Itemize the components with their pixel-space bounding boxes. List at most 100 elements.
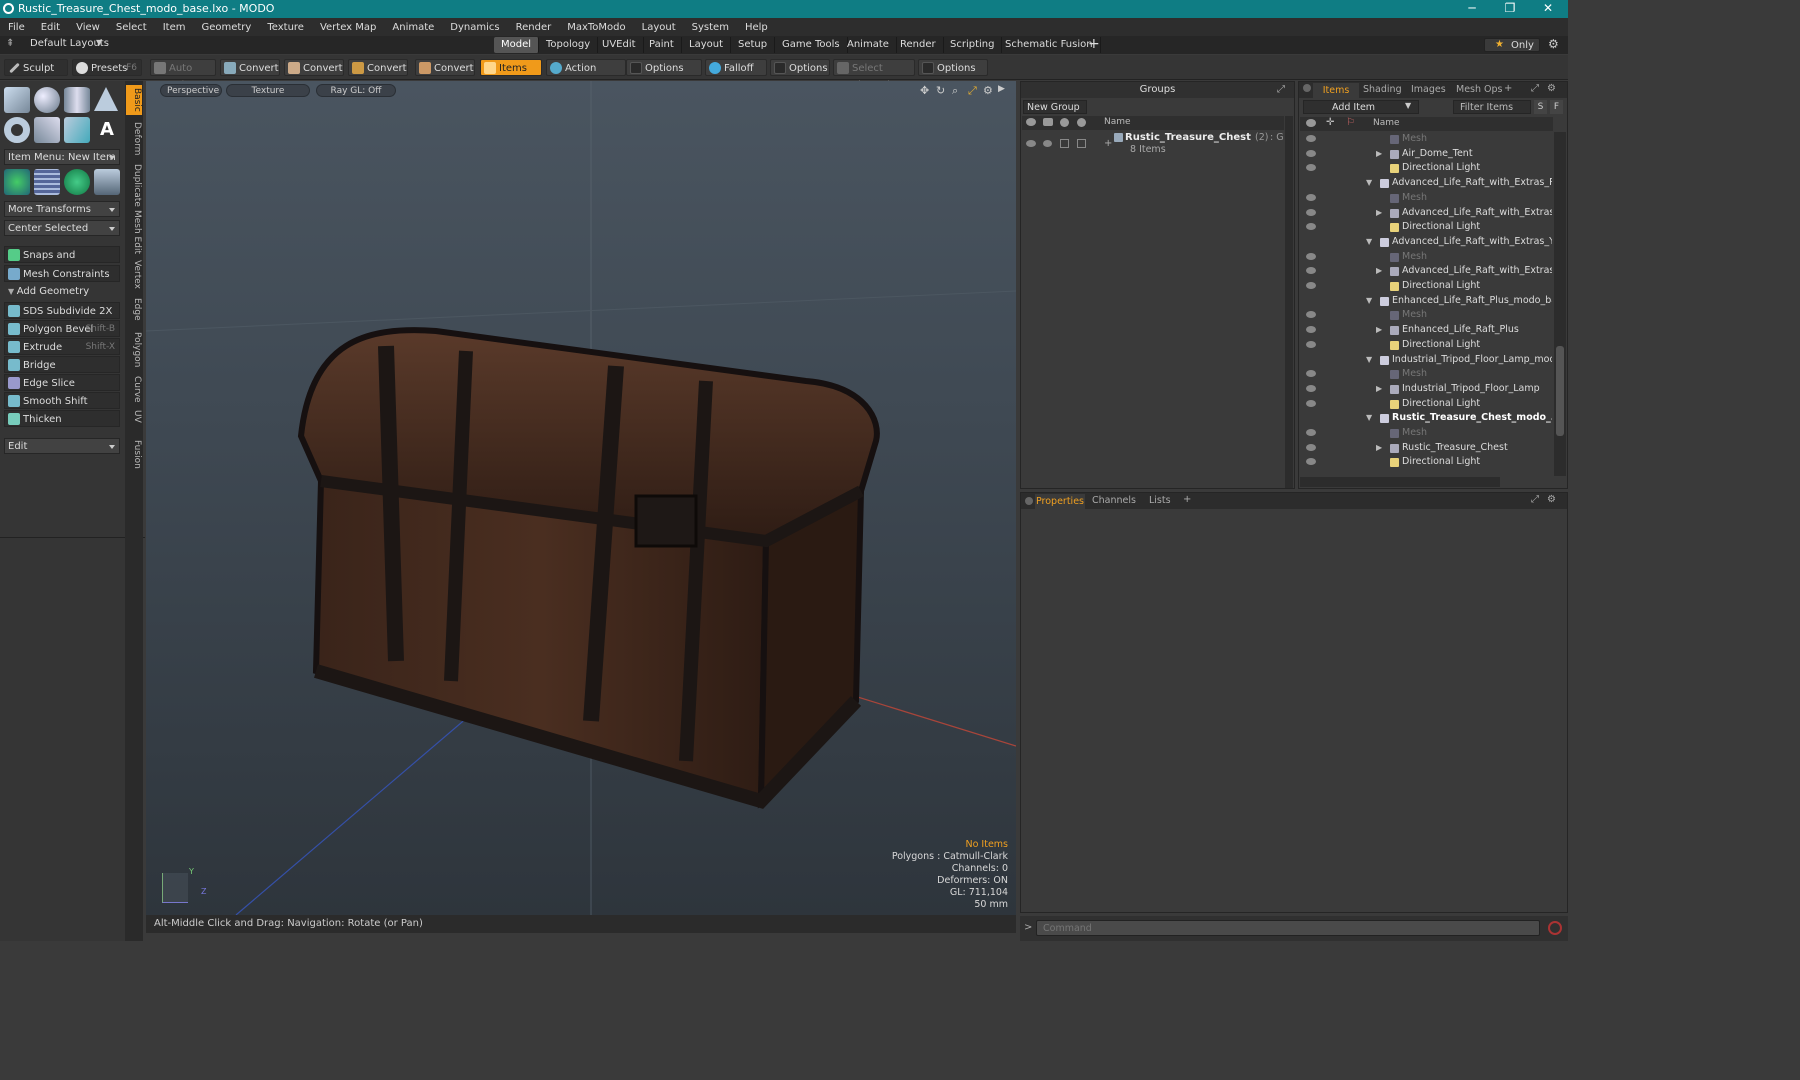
tree-item-mesh[interactable]: Mesh: [1300, 250, 1552, 265]
close-button[interactable]: ✕: [1528, 0, 1568, 18]
tree-item-light[interactable]: Directional Light: [1300, 220, 1552, 235]
tab-scripting[interactable]: Scripting: [943, 37, 1003, 53]
sphere-primitive-icon[interactable]: [34, 87, 60, 113]
tree-item-mesh[interactable]: Mesh: [1300, 426, 1552, 441]
menu-vertex-map[interactable]: Vertex Map: [320, 22, 376, 33]
perspective-dropdown[interactable]: Perspective: [160, 84, 222, 97]
lock-checkbox[interactable]: [1060, 139, 1069, 148]
maximize-panel-icon[interactable]: ⤢: [1277, 84, 1285, 95]
cylinder-primitive-icon[interactable]: [64, 87, 90, 113]
cube-primitive-icon[interactable]: [4, 87, 30, 113]
eye-icon[interactable]: [1306, 164, 1316, 172]
edit-dropdown[interactable]: Edit: [4, 438, 120, 454]
group-row[interactable]: + Rustic_Treasure_Chest (2) : Group 8 It…: [1022, 132, 1284, 160]
menu-animate[interactable]: Animate: [392, 22, 434, 33]
menu-dynamics[interactable]: Dynamics: [450, 22, 499, 33]
collapse-triangle-icon[interactable]: ▼: [1366, 294, 1372, 308]
texture-dropdown[interactable]: Texture: [226, 84, 310, 97]
tab-shading[interactable]: Shading: [1363, 84, 1402, 95]
raygl-toggle[interactable]: Ray GL: Off: [316, 84, 396, 97]
tab-model[interactable]: Model: [494, 37, 540, 53]
eye-icon[interactable]: [1026, 140, 1036, 147]
gear-icon[interactable]: ⚙: [1547, 494, 1556, 505]
tree-item-light[interactable]: Directional Light: [1300, 455, 1552, 470]
maximize-panel-icon[interactable]: ⤢: [1531, 494, 1539, 505]
tab-paint[interactable]: Paint: [642, 37, 682, 53]
expand-plus-icon[interactable]: +: [1104, 138, 1112, 149]
scrollbar[interactable]: [1285, 116, 1293, 488]
add-item-dropdown[interactable]: Add Item: [1303, 100, 1419, 114]
command-input[interactable]: [1036, 920, 1540, 936]
eye-icon[interactable]: [1306, 311, 1316, 319]
tab-render[interactable]: Render: [893, 37, 944, 53]
action-center-button[interactable]: Action Center: [546, 59, 626, 91]
filter-s-button[interactable]: S: [1534, 100, 1547, 114]
globe-icon[interactable]: [64, 169, 90, 195]
eye-icon[interactable]: [1306, 429, 1316, 436]
add-tab-button[interactable]: +: [1504, 83, 1512, 94]
edge-slice-button[interactable]: Edge Slice: [4, 374, 120, 391]
vtab-edge[interactable]: Edge: [126, 295, 142, 324]
tree-item-scene[interactable]: ▼ Advanced_Life_Raft_with_Extras_Ye...: [1300, 235, 1552, 250]
menu-layout[interactable]: Layout: [642, 22, 676, 33]
tree-item-item[interactable]: ▶ Industrial_Tripod_Floor_Lamp: [1300, 382, 1552, 397]
tree-item-scene[interactable]: ▼ Enhanced_Life_Raft_Plus_modo_bas ...: [1300, 294, 1552, 309]
mesh-grid-icon[interactable]: [34, 169, 60, 195]
panel-menu-icon[interactable]: [1025, 497, 1033, 505]
expand-triangle-icon[interactable]: ▶: [1376, 264, 1382, 278]
tab-items[interactable]: Items: [1313, 83, 1359, 98]
menu-edit[interactable]: Edit: [41, 22, 60, 33]
tree-item-scene[interactable]: ▼ Advanced_Life_Raft_with_Extras_R ...: [1300, 176, 1552, 191]
vtab-duplicate[interactable]: Duplicate: [126, 161, 142, 210]
vtab-deform[interactable]: Deform: [126, 119, 142, 158]
collapse-triangle-icon[interactable]: ▼: [1366, 235, 1372, 249]
collapse-triangle-icon[interactable]: ▼: [1366, 353, 1372, 367]
gear-icon[interactable]: ⚙: [983, 84, 993, 97]
filter-items-input[interactable]: Filter Items: [1453, 100, 1531, 114]
collapse-triangle-icon[interactable]: ▼: [1366, 411, 1372, 425]
eye-icon[interactable]: [1306, 370, 1316, 378]
eye-icon[interactable]: [1306, 399, 1316, 407]
text-tool-icon[interactable]: A: [94, 117, 120, 143]
tab-uvedit[interactable]: UVEdit: [595, 37, 644, 53]
menu-system[interactable]: System: [692, 22, 729, 33]
mesh-constraints-button[interactable]: Mesh Constraints: [4, 265, 120, 282]
menu-texture[interactable]: Texture: [267, 22, 304, 33]
menu-view[interactable]: View: [76, 22, 100, 33]
bridge-button[interactable]: Bridge: [4, 356, 120, 373]
eye-icon[interactable]: [1306, 252, 1316, 260]
eye-icon[interactable]: [1306, 193, 1316, 201]
new-group-button[interactable]: New Group: [1023, 100, 1087, 114]
eye-icon[interactable]: [1306, 208, 1316, 216]
eye-icon[interactable]: [1306, 443, 1316, 451]
tree-item-light[interactable]: Directional Light: [1300, 397, 1552, 412]
add-tab-button[interactable]: +: [1183, 494, 1191, 505]
falloff-button[interactable]: Falloff: [705, 59, 767, 76]
eye-icon[interactable]: [1306, 267, 1316, 275]
menu-file[interactable]: File: [8, 22, 25, 33]
convert-vertices-button[interactable]: Convert: [220, 59, 280, 76]
vtab-uv[interactable]: UV: [126, 407, 142, 426]
menu-help[interactable]: Help: [745, 22, 768, 33]
eye-icon[interactable]: [1306, 135, 1316, 142]
menu-item[interactable]: Item: [163, 22, 186, 33]
expand-triangle-icon[interactable]: ▶: [1376, 441, 1382, 455]
gear-icon[interactable]: ⚙: [1548, 37, 1559, 51]
menu-maxtomodo[interactable]: MaxToModo: [567, 22, 625, 33]
rotate-icon[interactable]: ↻: [936, 84, 945, 97]
presets-button[interactable]: Presets F6: [72, 59, 142, 76]
eye-icon[interactable]: [1306, 149, 1316, 157]
scrollbar[interactable]: [1554, 132, 1566, 476]
select-through-button[interactable]: Select Through: [833, 59, 915, 91]
torus-primitive-icon[interactable]: [4, 117, 30, 143]
convert-edges-button[interactable]: Convert: [284, 59, 344, 76]
item-menu-dropdown[interactable]: Item Menu: New Item: [4, 149, 120, 165]
horizontal-scrollbar[interactable]: [1300, 477, 1500, 487]
tab-properties[interactable]: Properties: [1035, 494, 1085, 509]
tree-item-item[interactable]: ▶ Advanced_Life_Raft_with_Extras_...: [1300, 206, 1552, 221]
snaps-precision-button[interactable]: Snaps and Precision: [4, 246, 120, 278]
smooth-shift-button[interactable]: Smooth Shift: [4, 392, 120, 409]
maximize-button[interactable]: ❐: [1490, 0, 1530, 18]
tab-channels[interactable]: Channels: [1092, 495, 1136, 506]
tree-item-scene[interactable]: ▼ Industrial_Tripod_Floor_Lamp_modo_...: [1300, 353, 1552, 368]
